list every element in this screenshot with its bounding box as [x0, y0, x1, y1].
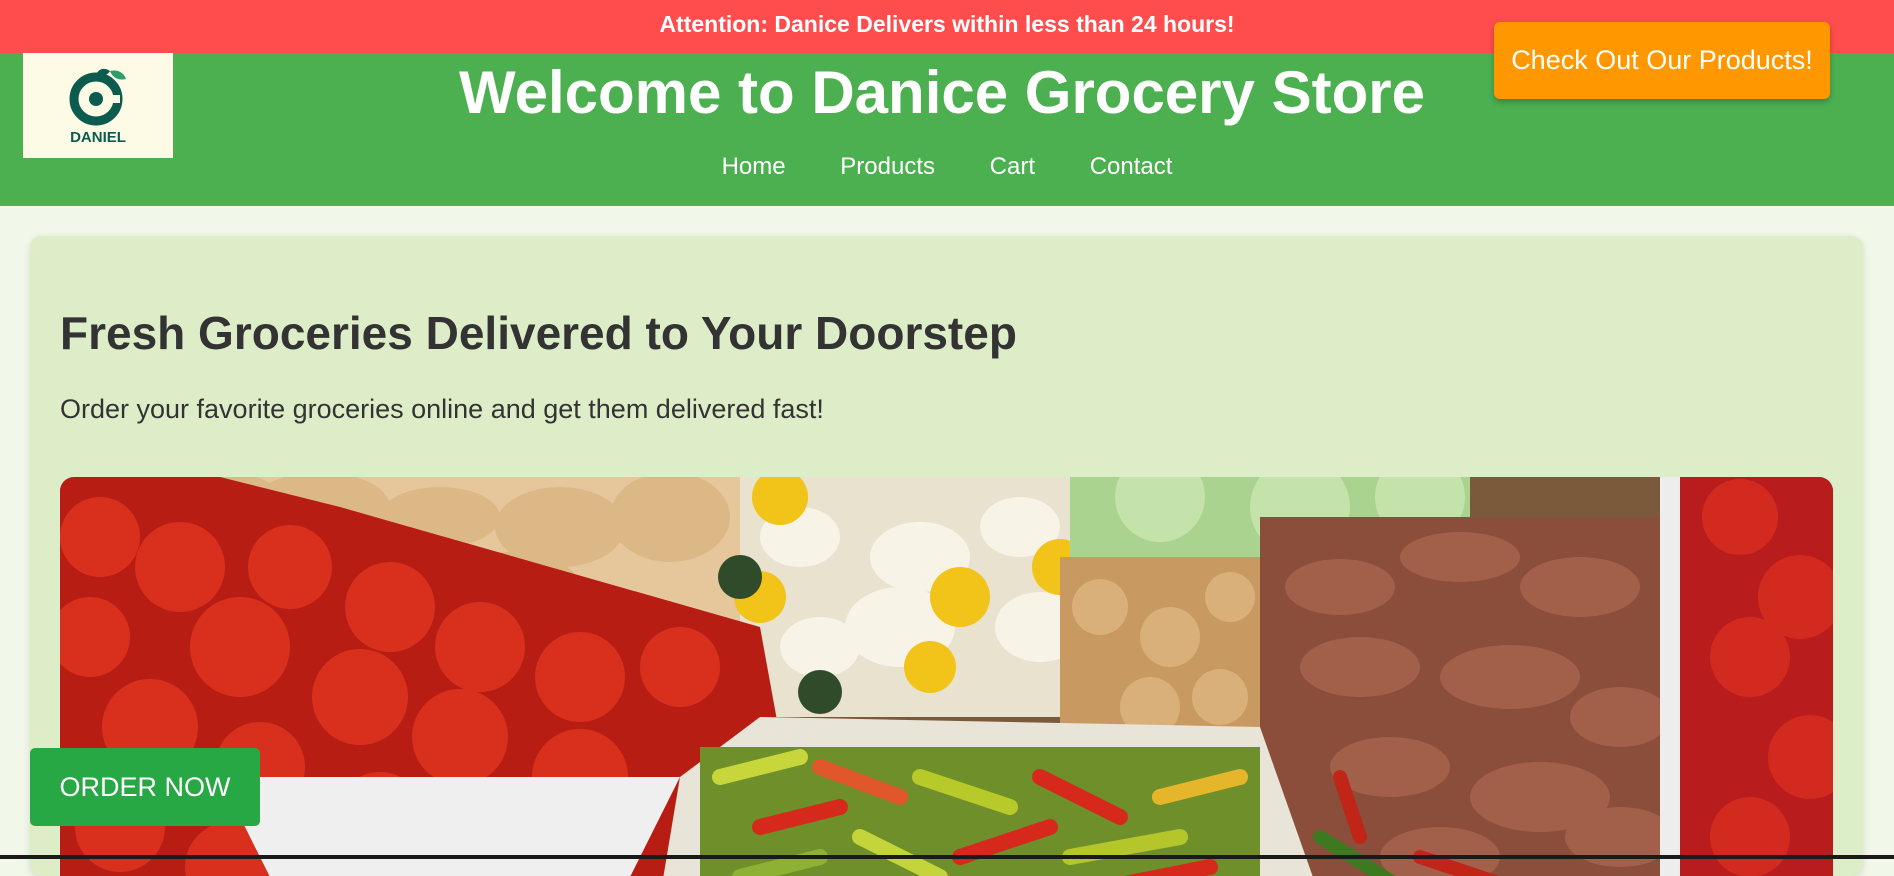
nav-home[interactable]: Home: [722, 153, 786, 181]
produce-image: [60, 477, 1833, 876]
check-products-button[interactable]: Check Out Our Products!: [1494, 22, 1830, 99]
site-title-text: Welcome to Danice Grocery Store: [459, 59, 1425, 126]
produce-illustration: [60, 477, 1833, 876]
order-now-button[interactable]: ORDER NOW: [30, 748, 260, 826]
nav-products[interactable]: Products: [840, 153, 935, 181]
hero-section: Fresh Groceries Delivered to Your Doorst…: [30, 236, 1863, 876]
nav-contact[interactable]: Contact: [1090, 153, 1173, 181]
nav-cart[interactable]: Cart: [990, 153, 1035, 181]
hero-heading: Fresh Groceries Delivered to Your Doorst…: [60, 307, 1017, 359]
announcement-text: Danice Delivers within less than 24 hour…: [768, 11, 1235, 37]
main-nav: Home Products Cart Contact: [0, 153, 1894, 181]
page-bottom-edge: [0, 855, 1894, 859]
logo-text: DANIEL: [70, 129, 126, 146]
announcement-label: Attention:: [659, 11, 769, 37]
hero-subtext: Order your favorite groceries online and…: [60, 394, 824, 424]
